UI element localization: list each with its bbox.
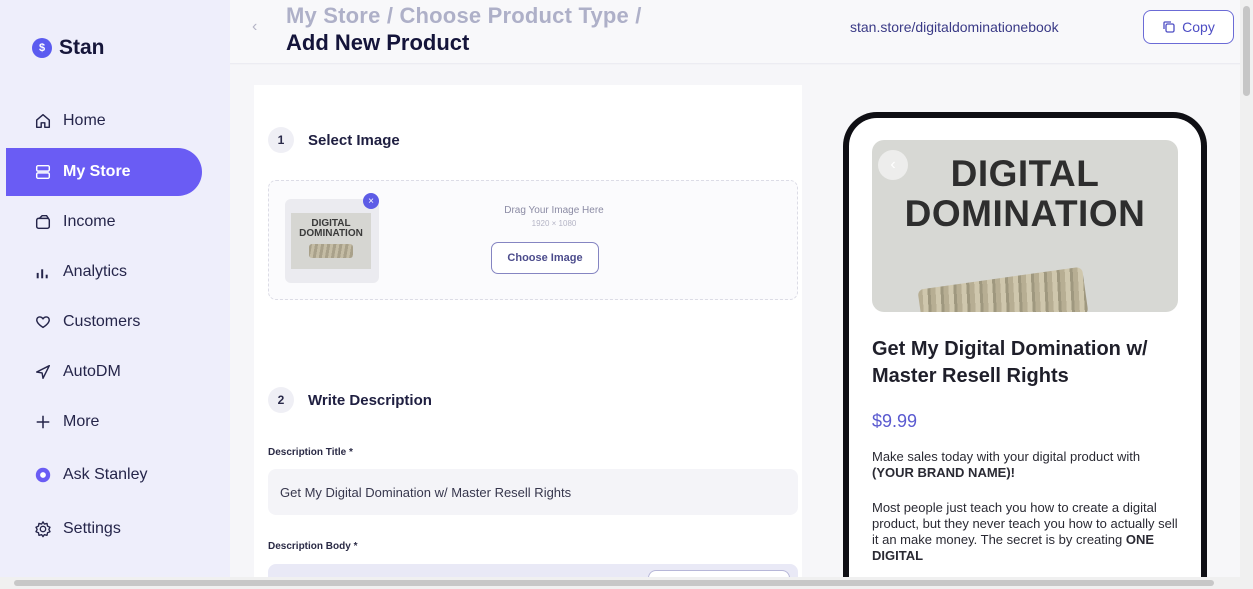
sidebar-item-label: Home (63, 112, 106, 129)
sidebar-item-label: My Store (63, 163, 131, 180)
description-title-label: Description Title * (268, 447, 353, 458)
sidebar-item-income[interactable]: Income (6, 198, 202, 246)
stan-logo-icon: $ (32, 38, 52, 58)
preview-description-1: Make sales today with your digital produ… (872, 449, 1182, 481)
vertical-scroll-thumb[interactable] (1243, 6, 1250, 96)
sidebar-item-label: AutoDM (63, 363, 121, 380)
sidebar-item-settings[interactable]: Settings (6, 505, 202, 553)
sidebar-item-label: More (63, 413, 100, 430)
preview-price: $9.99 (872, 411, 918, 431)
thumbnail-image: DIGITAL DOMINATION (291, 213, 371, 269)
sidebar-item-ask-stanley[interactable]: Ask Stanley (6, 451, 202, 499)
sidebar-item-analytics[interactable]: Analytics (6, 248, 202, 296)
sidebar-item-more[interactable]: More (6, 398, 202, 446)
desc-text: Make sales today with your digital produ… (872, 449, 1141, 464)
choose-image-button[interactable]: Choose Image (491, 242, 599, 274)
hero-line-1: DIGITAL (950, 153, 1100, 194)
sidebar-item-my-store[interactable]: My Store (6, 148, 202, 196)
send-icon (33, 362, 53, 382)
vertical-scrollbar[interactable] (1240, 0, 1253, 577)
description-title-input[interactable]: Get My Digital Domination w/ Master Rese… (268, 469, 798, 515)
remove-image-icon[interactable]: × (363, 193, 379, 209)
money-image (917, 266, 1089, 312)
brand-name: Stan (59, 36, 105, 59)
sidebar-item-label: Income (63, 213, 116, 230)
hero-image-text: DIGITAL DOMINATION (872, 154, 1178, 234)
plus-icon (33, 412, 53, 432)
preview-description-2: Most people just teach you how to create… (872, 500, 1182, 564)
store-icon (33, 162, 53, 182)
store-url-link[interactable]: stan.store/digitaldominationebook (850, 19, 1059, 35)
description-body-label: Description Body * (268, 541, 358, 552)
copy-button[interactable]: Copy (1143, 10, 1234, 44)
horizontal-scrollbar[interactable] (0, 577, 1253, 589)
sidebar-item-label: Settings (63, 520, 121, 537)
wallet-icon (33, 212, 53, 232)
product-hero-image: DIGITAL DOMINATION ‹ (872, 140, 1178, 312)
home-icon (33, 111, 53, 131)
page-title: Add New Product (286, 30, 470, 55)
step-title: Write Description (308, 391, 432, 409)
stanley-icon (33, 465, 53, 485)
sidebar-item-customers[interactable]: Customers (6, 298, 202, 346)
sidebar-item-label: Ask Stanley (63, 466, 148, 483)
step-select-image: 1 Select Image (268, 127, 400, 153)
analytics-icon (33, 262, 53, 282)
image-size-hint: 1920 × 1080 (531, 219, 577, 228)
copy-label: Copy (1182, 19, 1215, 35)
gear-icon (33, 519, 53, 539)
desc-bold-text: (YOUR BRAND NAME)! (872, 465, 1015, 480)
step-number: 2 (268, 387, 294, 413)
phone-preview: DIGITAL DOMINATION ‹ Get My Digital Domi… (843, 112, 1207, 589)
step-number: 1 (268, 127, 294, 153)
sidebar-item-label: Customers (63, 313, 141, 330)
sidebar: $ Stan Home My Store Income Analytics Cu… (0, 0, 230, 577)
sidebar-item-label: Analytics (63, 263, 128, 280)
preview-back-icon[interactable]: ‹ (878, 150, 908, 180)
money-image (309, 244, 353, 258)
hero-line-2: DOMINATION (904, 193, 1146, 234)
back-chevron-icon[interactable]: ‹ (252, 18, 257, 36)
preview-product-title: Get My Digital Domination w/ Master Rese… (872, 338, 1148, 387)
step-title: Select Image (308, 131, 400, 149)
brand[interactable]: $ Stan (32, 36, 105, 60)
image-thumbnail: DIGITAL DOMINATION (285, 199, 379, 283)
breadcrumb[interactable]: My Store / Choose Product Type / (286, 3, 642, 29)
thumbnail-text: DIGITAL DOMINATION (299, 218, 363, 239)
description-body-editor[interactable] (268, 564, 798, 580)
page-header: ‹ My Store / Choose Product Type / Add N… (230, 0, 1240, 64)
copy-icon (1162, 20, 1176, 34)
horizontal-scroll-thumb[interactable] (14, 580, 1214, 586)
image-dropzone[interactable]: DIGITAL DOMINATION × Drag Your Image Her… (268, 180, 798, 300)
drag-label: Drag Your Image Here (504, 205, 604, 216)
heart-icon (33, 312, 53, 332)
sidebar-item-home[interactable]: Home (6, 97, 202, 145)
step-write-description: 2 Write Description (268, 387, 432, 413)
sidebar-item-autodm[interactable]: AutoDM (6, 348, 202, 396)
